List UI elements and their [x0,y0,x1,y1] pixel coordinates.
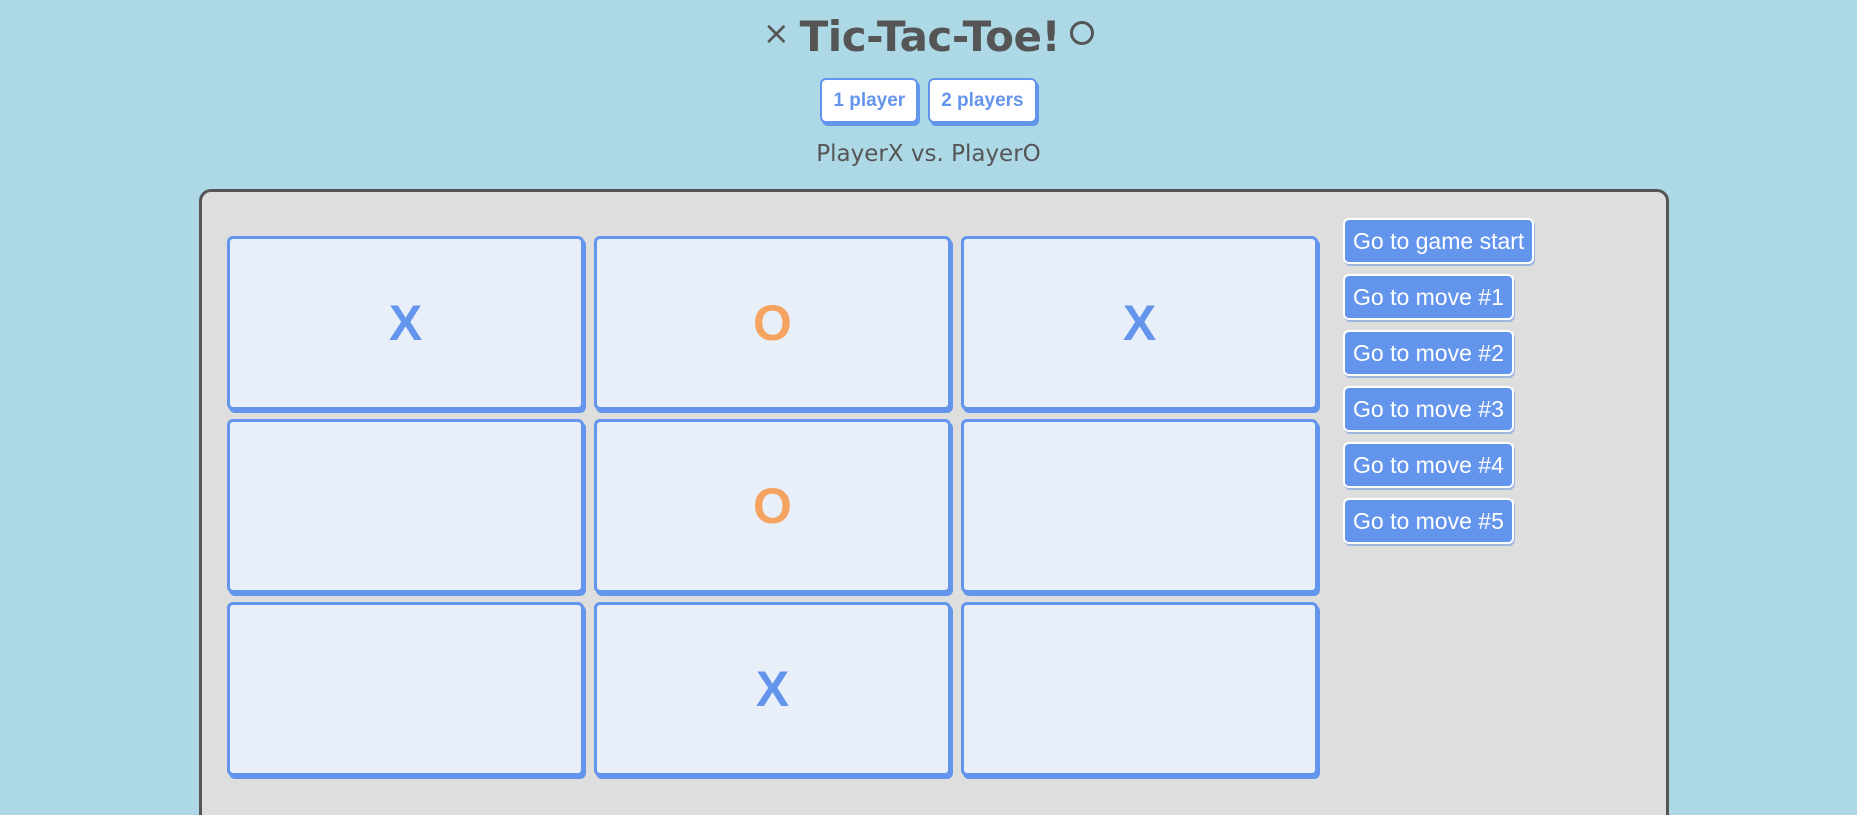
board-cell-5[interactable]: O [594,419,951,593]
two-players-button[interactable]: 2 players [928,78,1037,123]
board-cell-4[interactable] [227,419,584,593]
game-panel: X O X O X Go to game start Go to move #1… [199,189,1669,815]
mode-selector: 1 player 2 players [0,78,1857,123]
board-cell-2[interactable]: O [594,236,951,410]
board-cell-3[interactable]: X [961,236,1318,410]
board-cell-1[interactable]: X [227,236,584,410]
page-title: Tic-Tac-Toe! [799,12,1061,61]
board-cell-8[interactable]: X [594,602,951,776]
go-to-move-5-button[interactable]: Go to move #5 [1343,498,1514,544]
one-player-button[interactable]: 1 player [820,78,919,123]
go-to-move-2-button[interactable]: Go to move #2 [1343,330,1514,376]
go-to-move-1-button[interactable]: Go to move #1 [1343,274,1514,320]
board-cell-6[interactable] [961,419,1318,593]
board-cell-9[interactable] [961,602,1318,776]
game-board: X O X O X [227,236,1318,776]
title-row: × Tic-Tac-Toe! [0,12,1857,61]
go-to-move-3-button[interactable]: Go to move #3 [1343,386,1514,432]
go-to-game-start-button[interactable]: Go to game start [1343,218,1535,264]
move-history: Go to game start Go to move #1 Go to mov… [1343,218,1535,544]
page: × Tic-Tac-Toe! 1 player 2 players Player… [0,0,1857,815]
x-mark-icon: × [762,13,790,52]
circle-icon [1070,20,1095,45]
board-cell-7[interactable] [227,602,584,776]
players-label: PlayerX vs. PlayerO [816,141,1041,167]
go-to-move-4-button[interactable]: Go to move #4 [1343,442,1514,488]
